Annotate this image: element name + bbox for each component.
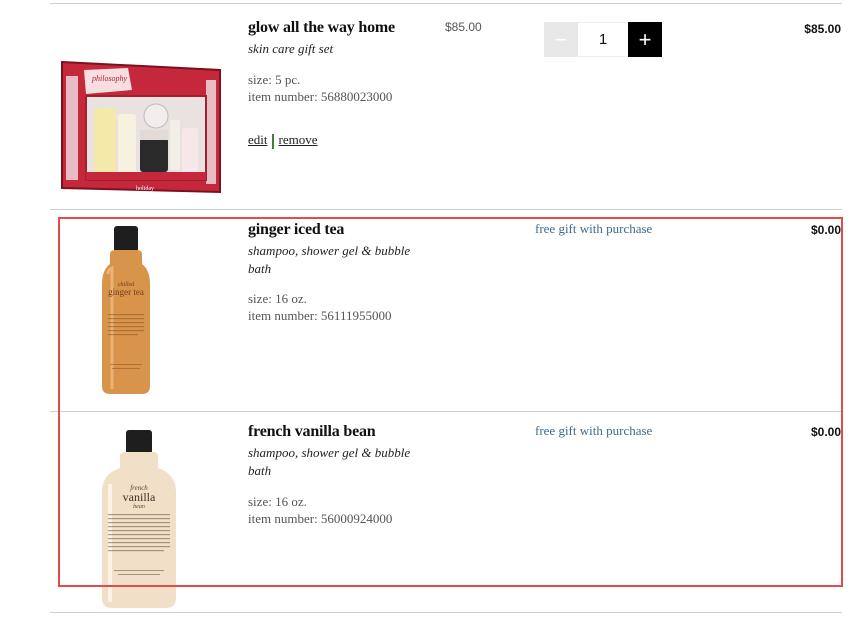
increase-quantity-button[interactable]: +	[628, 22, 662, 57]
item-number: item number: 56880023000	[248, 89, 393, 104]
item-name[interactable]: glow all the way home	[248, 19, 395, 37]
remove-link[interactable]: remove	[279, 132, 318, 147]
item-name[interactable]: ginger iced tea	[248, 221, 344, 239]
item-number: item number: 56000924000	[248, 511, 393, 526]
item-size: size: 5 pc.	[248, 72, 301, 87]
product-image-vanilla-bean[interactable]: french vanilla bean	[98, 428, 182, 612]
edit-link[interactable]: edit	[248, 132, 268, 147]
bottle-label-after: bean	[133, 504, 145, 510]
unit-price: $85.00	[445, 20, 482, 34]
item-total: $0.00	[810, 223, 841, 237]
product-image-ginger-tea[interactable]: chilled ginger tea	[98, 224, 154, 396]
quantity-stepper: − +	[544, 22, 662, 57]
bottle-label-big: ginger tea	[108, 287, 144, 297]
minus-icon: −	[554, 26, 568, 52]
bottle-label-big: vanilla	[123, 490, 156, 504]
item-number: item number: 56111955000	[248, 308, 392, 323]
item-size: size: 16 oz.	[248, 291, 307, 306]
item-actions: edit remove	[248, 132, 317, 149]
item-total: $85.00	[804, 22, 841, 36]
plus-icon: +	[638, 26, 652, 52]
item-total: $0.00	[810, 425, 841, 439]
item-subtitle: shampoo, shower gel & bubble bath	[248, 243, 411, 276]
item-name[interactable]: french vanilla bean	[248, 423, 376, 441]
row-divider-2	[50, 411, 842, 412]
link-separator	[271, 133, 274, 149]
item-subtitle: shampoo, shower gel & bubble bath	[248, 445, 411, 478]
quantity-input[interactable]	[578, 22, 628, 57]
row-divider-top	[50, 3, 842, 4]
row-divider-1	[50, 209, 842, 210]
decrease-quantity-button[interactable]: −	[544, 22, 578, 57]
row-divider-bottom	[50, 612, 842, 613]
item-size: size: 16 oz.	[248, 494, 307, 509]
box-caption-text: holiday	[136, 186, 154, 192]
product-image-gift-set[interactable]: philosophy holiday	[56, 56, 226, 198]
free-gift-label: free gift with purchase	[535, 221, 653, 236]
box-brand-text: philosophy	[91, 74, 128, 83]
free-gift-label: free gift with purchase	[535, 423, 653, 438]
item-subtitle: skin care gift set	[248, 41, 334, 56]
